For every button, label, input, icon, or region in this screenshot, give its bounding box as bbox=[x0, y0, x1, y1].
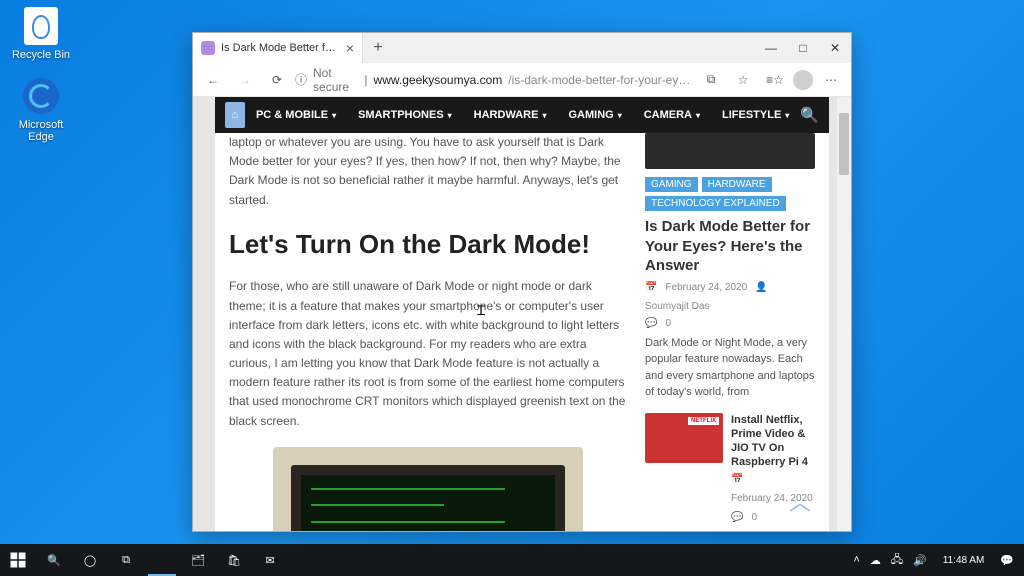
calendar-icon: 📅 bbox=[731, 474, 743, 485]
tag-list: GAMING HARDWARE TECHNOLOGY EXPLAINED bbox=[645, 177, 815, 211]
browser-tab[interactable]: Is Dark Mode Better for Your Eyes × bbox=[193, 33, 363, 63]
comment-count[interactable]: 0 bbox=[665, 318, 671, 329]
notifications-icon[interactable]: 💬 bbox=[1000, 554, 1014, 567]
nav-smartphones[interactable]: SMARTPHONES▾ bbox=[347, 109, 463, 121]
tag[interactable]: TECHNOLOGY EXPLAINED bbox=[645, 196, 786, 211]
search-button[interactable]: 🔍 bbox=[36, 544, 72, 576]
sidebar-meta-2: 💬0 bbox=[645, 318, 815, 329]
comment-icon: 💬 bbox=[645, 318, 657, 329]
crt-screen bbox=[291, 465, 565, 531]
scroll-to-top-button[interactable]: ︿ bbox=[789, 485, 811, 517]
chevron-down-icon: ▾ bbox=[618, 111, 622, 120]
article-image-crt bbox=[273, 447, 583, 531]
address-bar[interactable]: ⓘ Not secure | www.geekysoumya.com/is-da… bbox=[295, 66, 693, 94]
tag[interactable]: HARDWARE bbox=[702, 177, 772, 192]
taskbar: 🔍 ◯ ⧉ 🗂 🛍 ✉ ˄ ☁ 🖧 🔊 11:48 AM 💬 bbox=[0, 544, 1024, 576]
taskbar-mail[interactable]: ✉ bbox=[252, 544, 288, 576]
taskbar-store[interactable]: 🛍 bbox=[216, 544, 252, 576]
url-path: /is-dark-mode-better-for-your-eyes-heres… bbox=[508, 73, 693, 87]
close-window-button[interactable]: ✕ bbox=[819, 33, 851, 63]
nav-lifestyle[interactable]: LIFESTYLE▾ bbox=[711, 109, 800, 121]
favorite-button[interactable]: ☆ bbox=[729, 66, 757, 94]
nav-gaming[interactable]: GAMING▾ bbox=[557, 109, 632, 121]
taskbar-clock[interactable]: 11:48 AM bbox=[937, 555, 991, 566]
tab-title: Is Dark Mode Better for Your Eyes bbox=[221, 42, 340, 54]
home-icon[interactable]: ⌂ bbox=[225, 102, 245, 128]
url-host: www.geekysoumya.com bbox=[374, 73, 503, 87]
icon-label: Microsoft Edge bbox=[6, 119, 76, 143]
sidebar-hero-thumb[interactable] bbox=[645, 133, 815, 169]
chevron-down-icon: ▾ bbox=[542, 111, 546, 120]
favicon-icon bbox=[201, 41, 215, 55]
nav-hardware[interactable]: HARDWARE▾ bbox=[463, 109, 558, 121]
taskbar-edge[interactable] bbox=[144, 544, 180, 576]
related-thumb: NETFLIX bbox=[645, 413, 723, 463]
search-icon[interactable]: 🔍 bbox=[800, 106, 819, 124]
tray-chevron-up-icon[interactable]: ˄ bbox=[853, 554, 859, 566]
refresh-button[interactable]: ⟳ bbox=[263, 66, 291, 94]
icon-label: Recycle Bin bbox=[6, 49, 76, 61]
volume-icon[interactable]: 🔊 bbox=[913, 554, 927, 567]
chevron-down-icon: ▾ bbox=[448, 111, 452, 120]
desktop-icon-edge[interactable]: Microsoft Edge bbox=[6, 76, 76, 143]
start-button[interactable] bbox=[0, 544, 36, 576]
article-body: For those, who are still unaware of Dark… bbox=[229, 277, 627, 431]
maximize-button[interactable]: □ bbox=[787, 33, 819, 63]
related-title: Install Netflix, Prime Video & JIO TV On… bbox=[731, 413, 815, 470]
close-tab-icon[interactable]: × bbox=[346, 40, 354, 56]
nav-camera[interactable]: CAMERA▾ bbox=[633, 109, 711, 121]
desktop-icon-recycle-bin[interactable]: Recycle Bin bbox=[6, 6, 76, 61]
sidebar-excerpt: Dark Mode or Night Mode, a very popular … bbox=[645, 335, 815, 401]
task-view-button[interactable]: ⧉ bbox=[108, 544, 144, 576]
article-heading: Let's Turn On the Dark Mode! bbox=[229, 224, 627, 266]
security-label: Not secure bbox=[313, 66, 358, 94]
favorites-list-button[interactable]: ≡☆ bbox=[761, 66, 789, 94]
info-icon: ⓘ bbox=[295, 71, 307, 88]
calendar-icon: 📅 bbox=[645, 282, 657, 293]
browser-window: Is Dark Mode Better for Your Eyes × + — … bbox=[192, 32, 852, 532]
forward-button[interactable]: → bbox=[231, 66, 259, 94]
taskbar-explorer[interactable]: 🗂 bbox=[180, 544, 216, 576]
article: laptop or whatever you are using. You ha… bbox=[229, 133, 627, 511]
toolbar: ← → ⟳ ⓘ Not secure | www.geekysoumya.com… bbox=[193, 63, 851, 97]
site-navbar: ⌂ PC & MOBILE▾ SMARTPHONES▾ HARDWARE▾ GA… bbox=[215, 97, 829, 133]
profile-avatar[interactable] bbox=[793, 70, 813, 90]
edge-icon bbox=[21, 76, 61, 116]
onedrive-icon[interactable]: ☁ bbox=[870, 554, 881, 567]
minimize-button[interactable]: — bbox=[755, 33, 787, 63]
reader-mode-button[interactable]: ⧉ bbox=[697, 66, 725, 94]
tag[interactable]: GAMING bbox=[645, 177, 698, 192]
new-tab-button[interactable]: + bbox=[363, 33, 393, 63]
menu-button[interactable]: ⋯ bbox=[817, 66, 845, 94]
cortana-button[interactable]: ◯ bbox=[72, 544, 108, 576]
chevron-down-icon: ▾ bbox=[785, 111, 789, 120]
system-tray: ˄ ☁ 🖧 🔊 11:48 AM 💬 bbox=[843, 551, 1024, 570]
chevron-down-icon: ▾ bbox=[332, 111, 336, 120]
article-intro: laptop or whatever you are using. You ha… bbox=[229, 133, 627, 210]
recycle-bin-icon bbox=[21, 6, 61, 46]
post-author[interactable]: Soumyajit Das bbox=[645, 301, 709, 312]
network-icon[interactable]: 🖧 bbox=[891, 551, 903, 570]
page-viewport: ⌂ PC & MOBILE▾ SMARTPHONES▾ HARDWARE▾ GA… bbox=[193, 97, 851, 531]
author-icon: 👤 bbox=[755, 282, 767, 293]
sidebar: GAMING HARDWARE TECHNOLOGY EXPLAINED Is … bbox=[645, 133, 815, 511]
post-date: February 24, 2020 bbox=[665, 282, 747, 293]
sidebar-meta: 📅 February 24, 2020 👤 Soumyajit Das bbox=[645, 282, 815, 312]
window-controls: — □ ✕ bbox=[755, 33, 851, 63]
back-button[interactable]: ← bbox=[199, 66, 227, 94]
nav-pc-mobile[interactable]: PC & MOBILE▾ bbox=[245, 109, 347, 121]
page-content: laptop or whatever you are using. You ha… bbox=[215, 133, 829, 531]
chevron-down-icon: ▾ bbox=[696, 111, 700, 120]
sidebar-title[interactable]: Is Dark Mode Better for Your Eyes? Here'… bbox=[645, 217, 815, 276]
comment-icon: 💬 bbox=[731, 512, 743, 523]
titlebar: Is Dark Mode Better for Your Eyes × + — … bbox=[193, 33, 851, 63]
